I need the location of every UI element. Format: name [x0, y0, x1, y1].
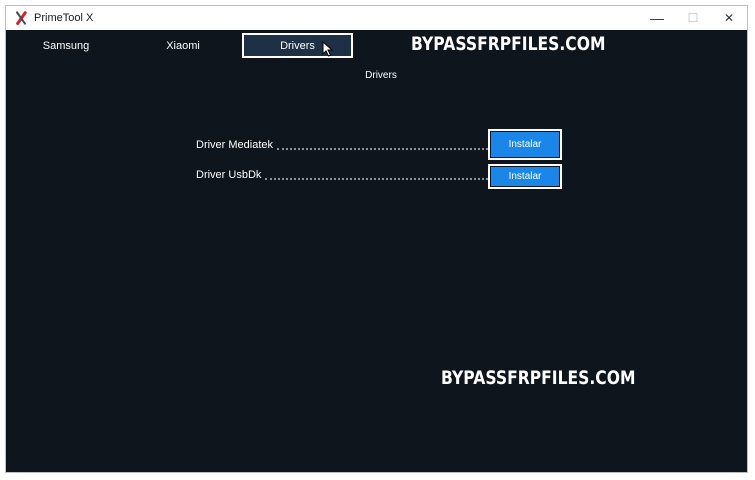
tab-samsung[interactable]: Samsung — [26, 33, 106, 58]
maximize-button[interactable]: ☐ — [675, 6, 711, 30]
driver-row-usbdk: Driver UsbDk — [196, 167, 492, 183]
minimize-button[interactable]: — — [639, 6, 675, 30]
dotted-leader — [277, 147, 492, 150]
driver-label-mediatek: Driver Mediatek — [196, 139, 274, 151]
install-button-label: Instalar — [491, 132, 559, 157]
driver-row-mediatek: Driver Mediatek — [196, 137, 492, 153]
section-heading: Drivers — [365, 70, 397, 81]
title-bar: PrimeTool X — ☐ ✕ — [6, 6, 747, 30]
close-button[interactable]: ✕ — [711, 6, 747, 30]
app-logo-icon — [14, 11, 28, 25]
window-controls: — ☐ ✕ — [639, 6, 747, 30]
tab-drivers[interactable]: Drivers — [242, 33, 353, 58]
watermark-top: BYPASSFRPFILES.COM — [411, 33, 606, 55]
window-title: PrimeTool X — [34, 12, 94, 24]
tab-xiaomi[interactable]: Xiaomi — [143, 33, 223, 58]
mouse-cursor-icon — [322, 41, 334, 57]
app-window: PrimeTool X — ☐ ✕ Samsung Xiaomi Drivers… — [5, 5, 748, 473]
install-usbdk-button[interactable]: Instalar — [488, 164, 562, 189]
watermark-bottom: BYPASSFRPFILES.COM — [441, 367, 636, 389]
driver-label-usbdk: Driver UsbDk — [196, 169, 262, 181]
install-mediatek-button[interactable]: Instalar — [488, 129, 562, 160]
dotted-leader — [265, 177, 492, 180]
install-button-label: Instalar — [491, 167, 559, 186]
